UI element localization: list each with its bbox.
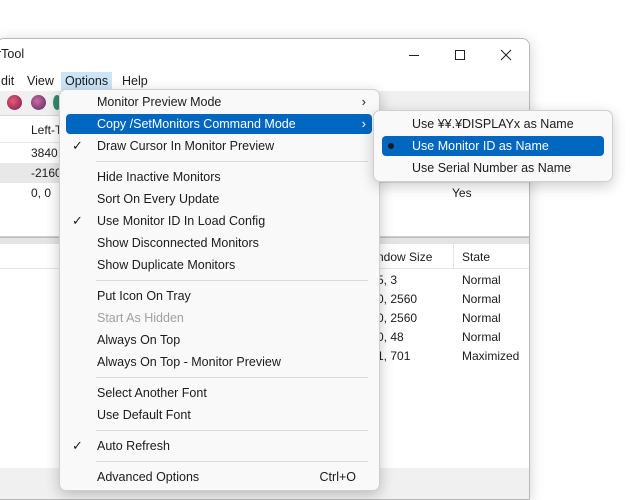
cell-window-size: 0, 2560: [377, 292, 418, 306]
title-bar[interactable]: rTool: [0, 39, 529, 71]
menu-help[interactable]: Help: [118, 72, 152, 90]
cell-state: Normal: [462, 330, 501, 344]
menu-separator: [96, 280, 368, 281]
submenu-item-serial-number[interactable]: Use Serial Number as Name: [382, 158, 604, 178]
menu-options[interactable]: Options: [61, 72, 113, 90]
shortcut-label: Ctrl+O: [319, 470, 356, 484]
cell-left-top: 0, 0: [31, 186, 52, 200]
cell-extra: Yes: [452, 186, 472, 200]
cell-state: Normal: [462, 311, 501, 325]
menu-item-select-font[interactable]: Select Another Font: [66, 383, 372, 403]
menu-separator: [96, 430, 368, 431]
menu-edit[interactable]: dit: [0, 72, 18, 90]
minimize-icon: [409, 55, 419, 56]
column-left-top[interactable]: Left-T: [31, 123, 62, 137]
cell-window-size: 0, 48: [377, 330, 404, 344]
checkmark-icon: ✓: [72, 138, 83, 153]
menu-item-monitor-preview-mode[interactable]: Monitor Preview Mode ›: [66, 92, 372, 112]
monitor-settings-icon[interactable]: [31, 95, 46, 110]
cell-state: Normal: [462, 273, 501, 287]
maximize-icon: [455, 50, 465, 60]
submenu-item-monitor-id[interactable]: Use Monitor ID as Name: [382, 136, 604, 156]
column-state[interactable]: State: [462, 250, 490, 264]
menu-item-copy-setmonitors-mode[interactable]: Copy /SetMonitors Command Mode ›: [66, 114, 372, 134]
menu-item-sort-every-update[interactable]: Sort On Every Update: [66, 189, 372, 209]
minimize-button[interactable]: [391, 39, 437, 71]
submenu-item-display-name[interactable]: Use ¥¥.¥DISPLAYx as Name: [382, 114, 604, 134]
window-title: rTool: [0, 47, 25, 61]
chevron-right-icon: ›: [361, 116, 366, 131]
close-button[interactable]: [483, 39, 529, 71]
menu-item-hide-inactive[interactable]: Hide Inactive Monitors: [66, 167, 372, 187]
menu-separator: [96, 377, 368, 378]
menu-item-show-disconnected[interactable]: Show Disconnected Monitors: [66, 233, 372, 253]
menu-item-advanced-options[interactable]: Advanced Options Ctrl+O: [66, 467, 372, 487]
cell-window-size: 5, 3: [377, 273, 398, 287]
menu-item-show-duplicate[interactable]: Show Duplicate Monitors: [66, 255, 372, 275]
column-window-size[interactable]: ndow Size: [377, 250, 432, 264]
copy-mode-submenu: Use ¥¥.¥DISPLAYx as Name Use Monitor ID …: [373, 110, 613, 182]
monitor-tool-icon[interactable]: [7, 95, 22, 110]
menu-item-default-font[interactable]: Use Default Font: [66, 405, 372, 425]
menu-item-use-monitor-id[interactable]: ✓ Use Monitor ID In Load Config: [66, 211, 372, 231]
cell-state: Maximized: [462, 349, 520, 363]
menu-item-auto-refresh[interactable]: ✓ Auto Refresh: [66, 436, 372, 456]
cell-left-top: 3840,: [31, 146, 62, 160]
menu-item-draw-cursor[interactable]: ✓ Draw Cursor In Monitor Preview: [66, 136, 372, 156]
menu-item-always-on-top-preview[interactable]: Always On Top - Monitor Preview: [66, 352, 372, 372]
menu-view[interactable]: View: [23, 72, 58, 90]
cell-window-size: 1, 701: [377, 349, 411, 363]
menu-item-put-icon-tray[interactable]: Put Icon On Tray: [66, 286, 372, 306]
column-divider[interactable]: [453, 244, 454, 268]
cell-state: Normal: [462, 292, 501, 306]
cell-left-top: -2160: [31, 166, 62, 180]
options-menu: Monitor Preview Mode › Copy /SetMonitors…: [59, 89, 380, 491]
menu-item-always-on-top[interactable]: Always On Top: [66, 330, 372, 350]
radio-bullet-icon: [388, 143, 394, 149]
menu-separator: [96, 461, 368, 462]
checkmark-icon: ✓: [72, 438, 83, 453]
cell-window-size: 0, 2560: [377, 311, 418, 325]
menu-separator: [96, 161, 368, 162]
chevron-right-icon: ›: [361, 94, 366, 109]
menu-bar: dit View Options Help: [0, 71, 529, 91]
checkmark-icon: ✓: [72, 213, 83, 228]
maximize-button[interactable]: [437, 39, 483, 71]
menu-item-start-hidden: Start As Hidden: [97, 311, 184, 325]
close-icon: [500, 49, 512, 61]
